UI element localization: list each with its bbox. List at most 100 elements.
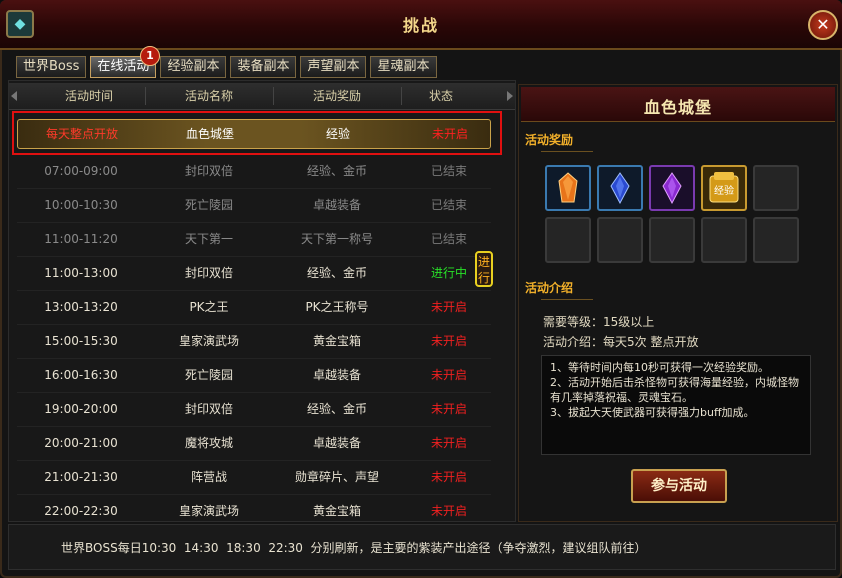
reward-slot[interactable]: [597, 165, 643, 211]
row-status: 已结束: [430, 164, 467, 178]
join-activity-button[interactable]: 参与活动: [631, 469, 727, 503]
tab-star-soul-dungeon[interactable]: 星魂副本: [370, 56, 437, 78]
row-status: 未开启: [430, 436, 467, 450]
row-reward: 黄金宝箱: [312, 334, 361, 348]
tab-exp-dungeon[interactable]: 经验副本: [160, 56, 227, 78]
window-title: 挑战: [402, 16, 439, 35]
row-reward: 卓越装备: [312, 368, 361, 382]
row-status: 未开启: [430, 470, 467, 484]
reward-slot[interactable]: [649, 165, 695, 211]
activity-detail-panel: 血色城堡 活动奖励 经验 活动介绍 需要等级：15级以上 活动介绍：每天5次 整…: [518, 84, 838, 522]
row-reward: 经验: [325, 127, 350, 141]
footer-text: 世界BOSS每日10:30 14:30 18:30 22:30 分别刷新，是主要…: [61, 541, 647, 555]
row-reward: 经验、金币: [306, 402, 367, 416]
row-status: 未开启: [431, 127, 468, 141]
reward-slot-empty: [545, 217, 591, 263]
challenge-window: ◆ 挑战 ✕ 世界Boss 在线活动 经验副本 装备副本 声望副本 星魂副本 1…: [0, 0, 842, 578]
header-reward: 活动奖励: [312, 89, 361, 103]
reward-slot-empty: [753, 217, 799, 263]
table-row[interactable]: 11:00-11:20 天下第一 天下第一称号 已结束: [17, 223, 491, 257]
row-reward: PK之王称号: [305, 300, 369, 314]
header-time: 活动时间: [64, 89, 113, 103]
tab-equip-dungeon[interactable]: 装备副本: [230, 56, 297, 78]
go-button[interactable]: 进行: [475, 251, 493, 287]
reward-slot-empty: [701, 217, 747, 263]
row-name: 皇家演武场: [178, 334, 239, 348]
header-status: 状态: [428, 89, 453, 103]
row-reward: 经验、金币: [306, 266, 367, 280]
row-status: 未开启: [430, 368, 467, 382]
row-name: 封印双倍: [184, 164, 233, 178]
row-time: 11:00-13:00: [44, 266, 118, 280]
row-time: 07:00-09:00: [44, 164, 118, 178]
header-name: 活动名称: [184, 89, 233, 103]
scroll-left-icon[interactable]: [11, 91, 17, 101]
row-reward: 经验、金币: [306, 164, 367, 178]
row-time: 11:00-11:20: [44, 232, 118, 246]
table-row[interactable]: 13:00-13:20 PK之王 PK之王称号 未开启: [17, 291, 491, 325]
scroll-right-icon[interactable]: [507, 91, 513, 101]
description-box: 1、等待时间内每10秒可获得一次经验奖励。 2、活动开始后击杀怪物可获得海量经验…: [541, 355, 811, 455]
table-row[interactable]: 11:00-13:00 封印双倍 经验、金币 进行中: [17, 257, 491, 291]
table-row[interactable]: 20:00-21:00 魔将攻城 卓越装备 未开启: [17, 427, 491, 461]
row-name: PK之王: [189, 300, 229, 314]
footer-notice: 世界BOSS每日10:30 14:30 18:30 22:30 分别刷新，是主要…: [8, 524, 836, 570]
row-status: 未开启: [430, 300, 467, 314]
row-reward: 卓越装备: [312, 198, 361, 212]
row-time: 10:00-10:30: [44, 198, 118, 212]
level-requirement: 需要等级：15级以上: [543, 315, 655, 329]
row-time: 15:00-15:30: [44, 334, 118, 348]
table-row-selected[interactable]: 每天整点开放 血色城堡 经验 未开启: [17, 119, 491, 149]
reward-slot[interactable]: 经验: [701, 165, 747, 211]
table-row[interactable]: 16:00-16:30 死亡陵园 卓越装备 未开启: [17, 359, 491, 393]
row-time: 每天整点开放: [45, 127, 118, 141]
description-line: 3、拔起大天使武器可获得强力buff加成。: [550, 406, 755, 419]
blue-gem-icon: [610, 172, 630, 204]
purple-gem-icon: [662, 172, 682, 204]
row-name: 封印双倍: [184, 402, 233, 416]
row-reward: 天下第一称号: [300, 232, 373, 246]
row-reward: 卓越装备: [312, 436, 361, 450]
activity-table: 活动时间 活动名称 活动奖励 状态 每天整点开放 血色城堡 经验 未开启 07:…: [8, 80, 516, 529]
row-time: 21:00-21:30: [44, 470, 118, 484]
row-reward: 勋章碎片、声望: [294, 470, 379, 484]
row-name: 血色城堡: [185, 127, 234, 141]
row-time: 16:00-16:30: [44, 368, 118, 382]
table-row[interactable]: 21:00-21:30 阵营战 勋章碎片、声望 未开启: [17, 461, 491, 495]
reward-slot-empty: [753, 165, 799, 211]
row-name: 死亡陵园: [184, 368, 233, 382]
table-row[interactable]: 19:00-20:00 封印双倍 经验、金币 未开启: [17, 393, 491, 427]
reward-slot[interactable]: [545, 165, 591, 211]
detail-title: 血色城堡: [643, 98, 712, 117]
table-row[interactable]: 10:00-10:30 死亡陵园 卓越装备 已结束: [17, 189, 491, 223]
activity-schedule: 活动介绍：每天5次 整点开放: [543, 335, 699, 349]
description-line: 1、等待时间内每10秒可获得一次经验奖励。: [550, 361, 769, 374]
svg-text:经验: 经验: [714, 184, 734, 197]
row-status: 已结束: [430, 198, 467, 212]
close-icon: ✕: [816, 15, 830, 34]
row-name: 天下第一: [184, 232, 233, 246]
reward-slot-empty: [597, 217, 643, 263]
row-status: 未开启: [430, 334, 467, 348]
description-line: 2、活动开始后击杀怪物可获得海量经验，内城怪物有几率掉落祝福、灵魂宝石。: [550, 376, 799, 404]
row-name: 封印双倍: [184, 266, 233, 280]
table-header: 活动时间 活动名称 活动奖励 状态: [9, 83, 515, 110]
row-name: 阵营战: [190, 470, 227, 484]
reward-slot-empty: [649, 217, 695, 263]
title-bar: ◆ 挑战 ✕: [0, 0, 842, 50]
row-name: 魔将攻城: [184, 436, 233, 450]
table-row[interactable]: 15:00-15:30 皇家演武场 黄金宝箱 未开启: [17, 325, 491, 359]
tab-world-boss[interactable]: 世界Boss: [16, 56, 87, 78]
row-time: 13:00-13:20: [44, 300, 118, 314]
close-button[interactable]: ✕: [808, 10, 838, 40]
notification-badge: 1: [140, 46, 160, 66]
row-status: 未开启: [430, 402, 467, 416]
table-row[interactable]: 07:00-09:00 封印双倍 经验、金币 已结束: [17, 155, 491, 189]
tab-bar: 世界Boss 在线活动 经验副本 装备副本 声望副本 星魂副本: [16, 56, 437, 78]
row-name: 死亡陵园: [184, 198, 233, 212]
exp-icon: 经验: [709, 172, 739, 203]
tab-prestige-dungeon[interactable]: 声望副本: [300, 56, 367, 78]
orange-gem-icon: [558, 172, 578, 203]
row-time: 19:00-20:00: [44, 402, 118, 416]
row-time: 20:00-21:00: [44, 436, 118, 450]
